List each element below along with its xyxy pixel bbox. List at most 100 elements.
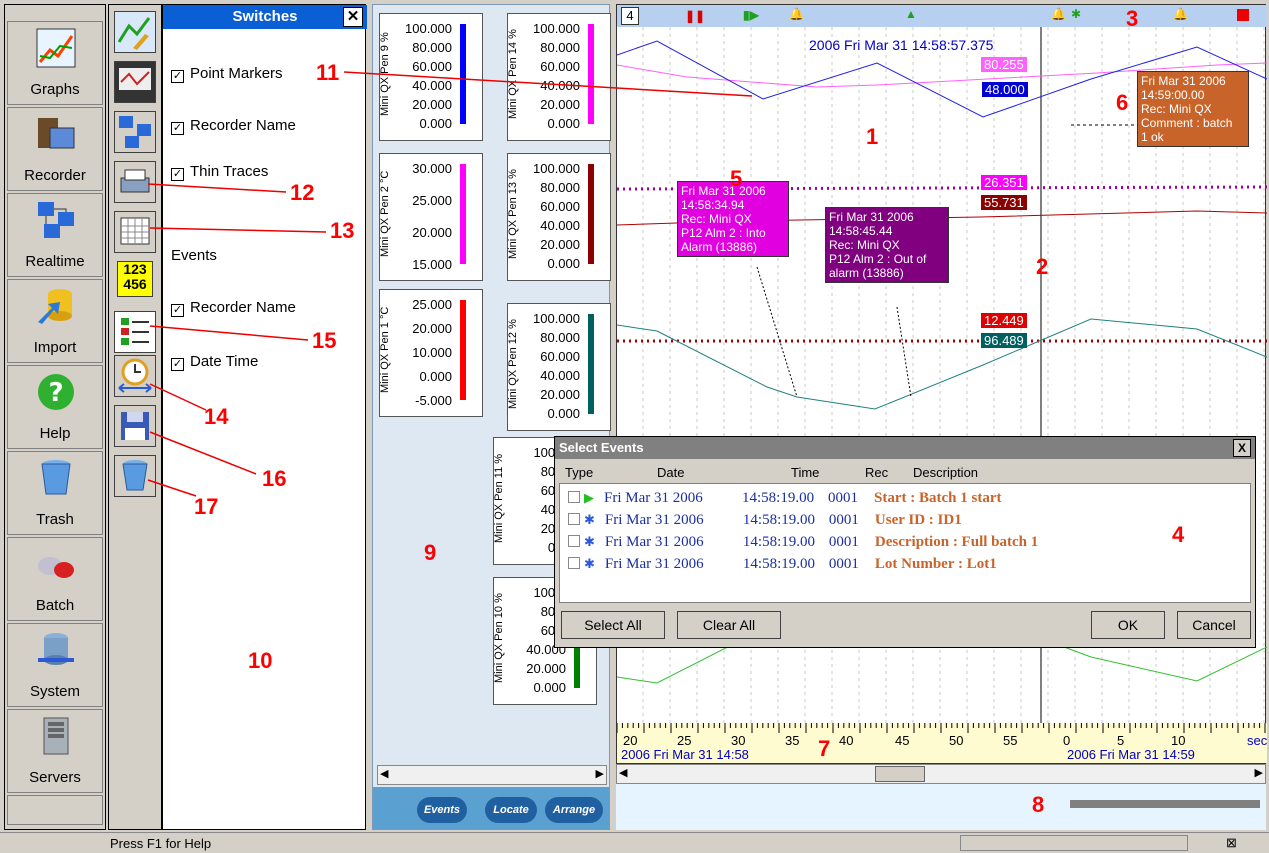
pen-scale[interactable]: Mini QX Pen 13 % 100.000 80.000 60.000 40.00… [507,153,611,281]
nav-graphs-button[interactable]: Graphs [7,21,103,105]
scroll-left-icon[interactable]: ◀ [619,766,627,779]
print-tool-button[interactable] [114,161,156,203]
numeric-tool-button[interactable]: 123 456 [117,261,153,297]
nav-import-button[interactable]: Import [7,279,103,363]
axis-tick-label: 35 [785,733,800,748]
pen-tick-label: 15.000 [412,257,452,272]
start-marker-icon[interactable]: ▮▶ [743,8,759,22]
switches-tool-button[interactable] [114,11,156,53]
event-rec: 0001 [828,490,858,506]
stop-marker-icon[interactable] [1237,9,1249,21]
point-markers-checkbox[interactable]: ✓ Point Markers [171,65,283,83]
pen-scale[interactable]: Mini QX Pen 2 °C 30.000 25.000 20.000 15.000 [379,153,483,281]
recorder-name-checkbox[interactable]: ✓ Recorder Name [171,117,296,135]
calendar-tool-button[interactable] [114,211,156,253]
select-events-dialog: Select Events X Type Date Time Rec Descr… [554,436,1256,648]
pen-label: Mini QX Pen 14 % [507,29,519,119]
pen-scale[interactable]: Mini QX Pen 9 % 100.000 80.000 60.000 40.000… [379,13,483,141]
recorder-view-tool-button[interactable] [114,61,156,103]
clear-all-button[interactable]: Clear All [677,611,781,639]
event-rec: 0001 [828,556,859,572]
event-tooltip-comment[interactable]: Fri Mar 31 2006 14:59:00.00 Rec: Mini QX Co… [1137,71,1249,147]
legend-tool-button[interactable] [114,311,156,353]
tooltip-line: Rec: Mini QX [1141,102,1212,116]
thin-traces-checkbox[interactable]: ✓ Thin Traces [171,163,268,181]
select-all-button[interactable]: Select All [561,611,665,639]
event-date: Fri Mar 31 2006 [604,534,704,550]
alarm-bell-icon[interactable]: 🔔 [789,7,804,21]
event-time: 14:58:19.00 [742,512,815,528]
pen-tick-label: 25.000 [412,193,452,208]
pen-tick-label: 100.000 [533,21,580,36]
arrange-button[interactable]: Arrange [545,797,603,823]
event-description: Start : Batch 1 start [874,490,1002,506]
nav-trash-label: Trash [36,511,74,528]
pen-bar [460,24,466,124]
nav-recorder-label: Recorder [24,167,86,184]
nav-recorder-button[interactable]: Recorder [7,107,103,191]
overview-strip[interactable] [616,784,1266,830]
event-marker-icon[interactable]: ▲ [905,7,917,21]
delete-tool-button[interactable] [114,455,156,497]
list-legend-icon [121,318,149,345]
switches-panel: Switches ✕ ✓ Point Markers ✓ Recorder Name… [162,4,367,830]
col-header-type[interactable]: Type [565,465,593,480]
pen-tick-label: 10.000 [412,345,452,360]
event-row[interactable]: ✱ Fri Mar 31 2006 14:58:19.00 0001 Lot Numbe… [568,556,997,573]
pen-scale[interactable]: Mini QX Pen 12 % 100.000 80.000 60.000 40.00… [507,303,611,431]
date-time-checkbox[interactable]: ✓ Date Time [171,353,258,371]
axis-tick-label: 10 [1171,733,1186,748]
recorder-screen-icon [119,68,151,90]
cancel-button[interactable]: Cancel [1177,611,1251,639]
overview-range-bar[interactable] [1070,800,1260,808]
chart-horizontal-scrollbar[interactable]: ◀ ▶ [616,764,1266,784]
event-row[interactable]: ✱ Fri Mar 31 2006 14:58:19.00 0001 Descripti… [568,534,1038,551]
scroll-left-icon[interactable]: ◀ [380,767,388,780]
tooltip-line: P12 Alm 2 : Into [681,226,766,240]
callout-17: 17 [194,494,219,519]
switches-close-button[interactable]: ✕ [343,7,363,27]
scroll-right-icon[interactable]: ▶ [596,767,604,780]
event-row[interactable]: ✱ Fri Mar 31 2006 14:58:19.00 0001 User ID :… [568,512,962,529]
graph-area[interactable]: 4 ❚❚ ▮▶ 🔔 ▲ 🔔 ✱ 🔔 2006 Fri Mar 31 14:58:… [616,4,1267,764]
col-header-rec[interactable]: Rec [865,465,888,480]
nav-servers-label: Servers [29,769,81,786]
event-marker-icon[interactable]: ✱ [1071,7,1081,21]
nav-realtime-button[interactable]: Realtime [7,193,103,277]
event-checkbox[interactable] [568,513,580,525]
pen-tick-label: 60.000 [540,349,580,364]
events-button[interactable]: Events [417,797,467,823]
pens-horizontal-scrollbar[interactable]: ◀ ▶ [377,765,607,785]
event-tooltip-into-alarm[interactable]: Fri Mar 31 2006 14:58:34.94 Rec: Mini QX P1… [677,181,789,257]
tooltip-line: 1 ok [1141,130,1164,144]
dialog-close-button[interactable]: X [1233,439,1251,457]
event-row[interactable]: ▶ Fri Mar 31 2006 14:58:19.00 0001 Start : B… [568,490,1001,507]
event-tooltip-out-alarm[interactable]: Fri Mar 31 2006 14:58:45.44 Rec: Mini QX P1… [825,207,949,283]
events-recorder-name-checkbox[interactable]: ✓ Recorder Name [171,299,296,317]
alarm-bell-icon[interactable]: 🔔 [1051,7,1066,21]
col-header-time[interactable]: Time [791,465,819,480]
scroll-thumb[interactable] [875,766,925,782]
event-checkbox[interactable] [568,491,580,503]
nav-batch-button[interactable]: Batch [7,537,103,621]
scroll-right-icon[interactable]: ▶ [1255,766,1263,779]
pause-marker-icon[interactable]: ❚❚ [685,9,705,23]
event-checkbox[interactable] [568,557,580,569]
layout-tool-button[interactable] [114,111,156,153]
ok-button[interactable]: OK [1091,611,1165,639]
nav-help-button[interactable]: ? Help [7,365,103,449]
col-header-date[interactable]: Date [657,465,684,480]
locate-button[interactable]: Locate [485,797,537,823]
pen-scale[interactable]: Mini QX Pen 1 °C 25.000 20.000 10.000 0.000 -… [379,289,483,417]
nav-servers-button[interactable]: Servers [7,709,103,793]
col-header-description[interactable]: Description [913,465,978,480]
help-icon: ? [38,374,74,410]
nav-trash-button[interactable]: Trash [7,451,103,535]
bell-marker-icon[interactable]: 🔔 [1173,7,1188,21]
nav-system-button[interactable]: System [7,623,103,707]
save-tool-button[interactable] [114,405,156,447]
time-zoom-tool-button[interactable] [114,355,156,397]
event-checkbox[interactable] [568,535,580,547]
pen-scale[interactable]: Mini QX Pen 14 % 100.000 80.000 60.000 40.00… [507,13,611,141]
pen-ticks: 100.000 80.000 60.000 40.000 20.000 0.000 [530,22,580,136]
